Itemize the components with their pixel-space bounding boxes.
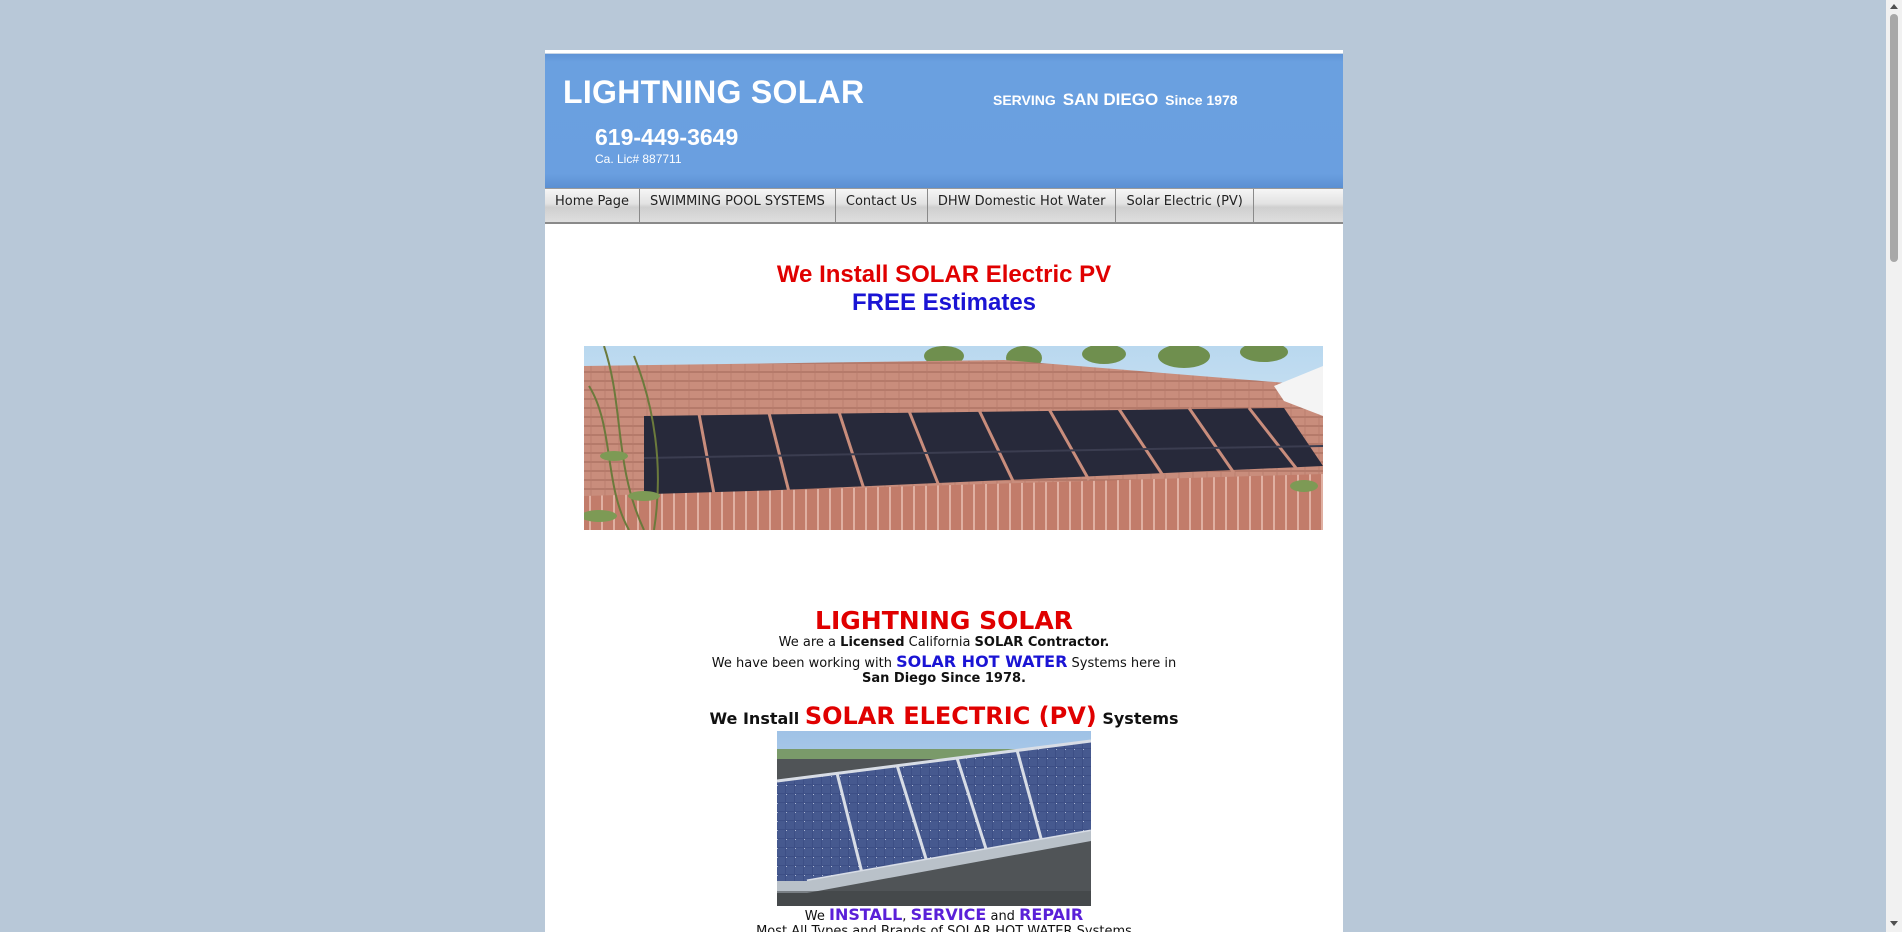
hero-headline: We Install SOLAR Electric PV	[776, 261, 1112, 288]
service-line: We INSTALL, SERVICE and REPAIR	[545, 905, 1343, 924]
about-line1: We are a Licensed California SOLAR Contr…	[545, 635, 1343, 650]
tagline-since: Since 1978	[1165, 92, 1238, 108]
scroll-up-icon[interactable]	[1890, 4, 1898, 9]
service-repair: REPAIR	[1019, 905, 1084, 924]
about-line2: We have been working with SOLAR HOT WATE…	[545, 652, 1343, 671]
scroll-down-icon[interactable]	[1890, 921, 1898, 926]
pv-heading-pre: We Install	[709, 709, 805, 728]
site-header: LIGHTNING SOLAR 619-449-3649 Ca. Lic# 88…	[545, 54, 1343, 188]
about-line2-c: Systems here in	[1067, 656, 1177, 671]
pv-heading: We Install SOLAR ELECTRIC (PV) Systems	[545, 702, 1343, 730]
about-line2-a: We have been working with	[711, 656, 897, 671]
nav-home[interactable]: Home Page	[545, 189, 640, 223]
about-line1-b: Licensed	[840, 635, 905, 650]
solar-pv-panels-image	[777, 731, 1091, 906]
phone-number: 619-449-3649	[595, 124, 739, 150]
main-nav: Home Page SWIMMING POOL SYSTEMS Contact …	[545, 188, 1343, 224]
license-number: Ca. Lic# 887711	[595, 152, 682, 166]
tagline-city: SAN DIEGO	[1062, 90, 1159, 109]
service-line2: Most All Types and Brands of SOLAR HOT W…	[756, 924, 1132, 932]
nav-contact-us[interactable]: Contact Us	[836, 189, 928, 223]
service-we: We	[804, 909, 829, 924]
page-container: LIGHTNING SOLAR 619-449-3649 Ca. Lic# 88…	[545, 50, 1343, 932]
about-line1-a: We are a	[778, 635, 841, 650]
about-line3: San Diego Since 1978.	[862, 671, 1026, 686]
hero-subheadline: FREE Estimates	[851, 289, 1037, 316]
scrollbar-thumb[interactable]	[1890, 14, 1898, 262]
service-comma: ,	[902, 909, 911, 924]
service-install: INSTALL	[828, 905, 903, 924]
nav-solar-electric[interactable]: Solar Electric (PV)	[1116, 189, 1254, 223]
about-title: LIGHTNING SOLAR	[815, 606, 1073, 635]
about-line2-b: SOLAR HOT WATER	[896, 652, 1068, 671]
about-line1-c: California	[904, 635, 975, 650]
pv-heading-big: SOLAR ELECTRIC (PV)	[804, 702, 1097, 730]
site-brand[interactable]: LIGHTNING SOLAR	[563, 74, 864, 111]
about-line1-d: SOLAR Contractor.	[974, 635, 1110, 650]
pv-heading-post: Systems	[1096, 709, 1179, 728]
service-service: SERVICE	[910, 905, 987, 924]
nav-swimming-pool-systems[interactable]: SWIMMING POOL SYSTEMS	[640, 189, 836, 223]
service-and: and	[986, 909, 1020, 924]
pool-solar-roof-image	[584, 346, 1323, 530]
vertical-scrollbar[interactable]	[1886, 0, 1902, 932]
tagline: SERVING SAN DIEGO Since 1978	[993, 90, 1238, 110]
tagline-serving: SERVING	[993, 92, 1056, 108]
nav-dhw[interactable]: DHW Domestic Hot Water	[928, 189, 1117, 223]
